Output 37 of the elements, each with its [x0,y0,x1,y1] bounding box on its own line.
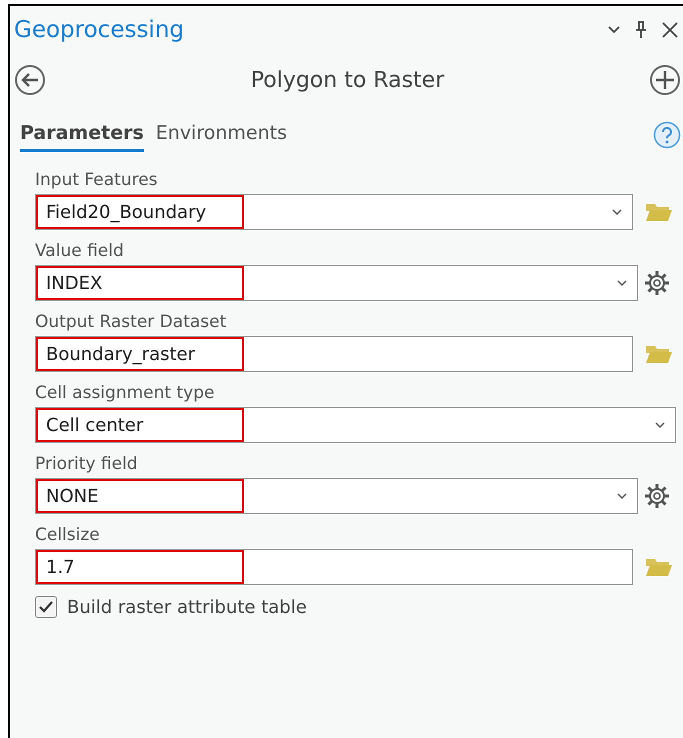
parameter-label: Cellsize [35,525,101,545]
close-icon[interactable] [661,21,679,39]
chevron-down-icon [617,492,627,500]
chevron-down-icon [655,422,665,428]
field-value: Cell center [36,408,244,442]
back-icon[interactable] [14,64,46,96]
dropdown-field[interactable]: INDEX [35,265,638,301]
parameter-label: Input Features [35,170,159,190]
parameter-label: Cell assignment type [35,383,216,403]
help-icon[interactable] [653,121,681,149]
tool-title: Polygon to Raster [250,68,444,92]
input-field[interactable]: Boundary_raster [35,336,633,372]
field-value: Boundary_raster [36,337,244,371]
chevron-down-icon [617,280,627,286]
gear-icon[interactable] [644,483,670,509]
parameter-label: Priority field [35,454,139,474]
dropdown-field[interactable]: Cell center [35,407,676,443]
input-field[interactable]: 1.7 [35,549,633,585]
tab[interactable]: Environments [156,118,287,152]
tab[interactable]: Parameters [20,118,144,152]
pin-icon[interactable] [635,21,647,39]
chevron-down-icon [612,208,622,216]
dropdown-field[interactable]: NONE [35,478,638,514]
pane-title: Geoprocessing [14,17,184,43]
field-value: 1.7 [36,550,244,584]
add-icon[interactable] [649,64,681,96]
gear-icon[interactable] [644,270,670,296]
checkbox-label: Build raster attribute table [67,596,307,618]
field-value: NONE [36,479,244,513]
field-value: INDEX [36,266,244,300]
chevron-down-icon[interactable] [607,25,621,35]
parameter-label: Value field [35,241,125,261]
checkbox[interactable] [35,596,57,618]
field-value: Field20_Boundary [36,195,244,229]
dropdown-field[interactable]: Field20_Boundary [35,194,633,230]
checkmark-icon [39,601,53,613]
parameter-label: Output Raster Dataset [35,312,228,332]
